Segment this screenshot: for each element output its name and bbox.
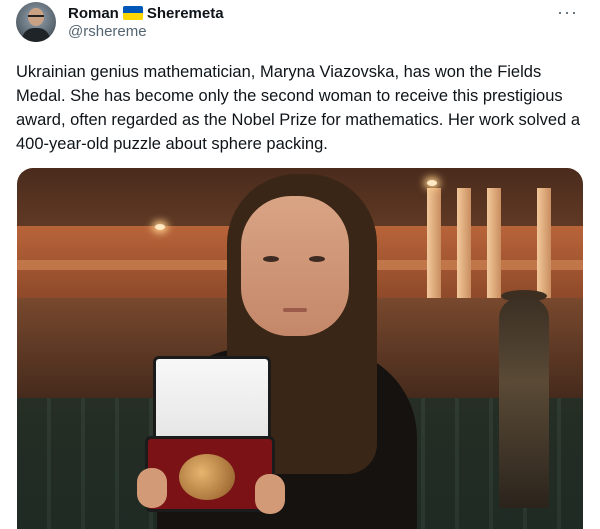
image-light [427, 180, 437, 186]
image-background-person [499, 298, 549, 508]
author-handle[interactable]: @rshereme [68, 23, 147, 40]
image-pillar [537, 188, 551, 298]
post-image[interactable] [17, 168, 583, 529]
author-avatar[interactable] [16, 2, 56, 42]
image-mouth [283, 308, 307, 312]
ukraine-flag-icon [122, 6, 143, 20]
image-pillar [457, 188, 471, 298]
image-hand [137, 468, 167, 508]
image-woman-face [241, 196, 349, 336]
image-light [155, 224, 165, 230]
image-eye [263, 256, 279, 262]
author-first-name[interactable]: Roman [68, 5, 119, 22]
image-eye [309, 256, 325, 262]
avatar-glasses [28, 15, 44, 21]
more-options-icon[interactable]: ··· [557, 2, 578, 23]
author-last-name[interactable]: Sheremeta [147, 5, 224, 22]
post-text: Ukrainian genius mathematician, Maryna V… [16, 63, 581, 153]
avatar-body [22, 28, 50, 42]
image-pillar [427, 188, 441, 298]
image-medal [179, 454, 235, 500]
image-pillar [487, 188, 501, 298]
image-hand [255, 474, 285, 514]
author-name-row[interactable]: Roman Sheremeta [68, 4, 224, 22]
image-medal-case-lid [153, 356, 271, 448]
